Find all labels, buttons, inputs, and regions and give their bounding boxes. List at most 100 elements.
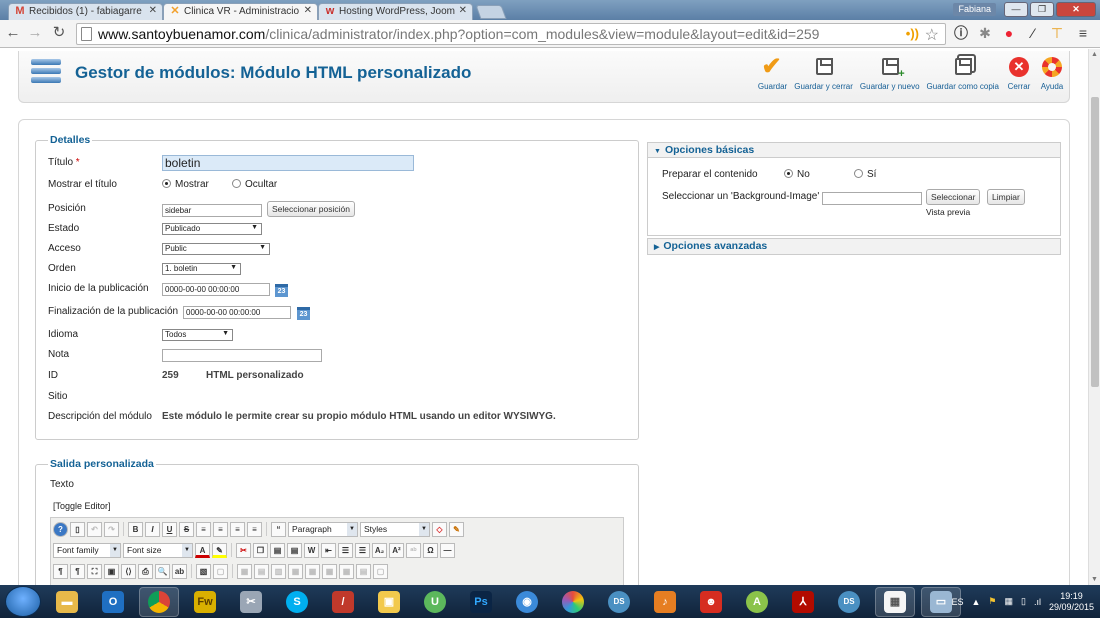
eraser-icon[interactable]: ◇ bbox=[432, 521, 447, 537]
note-input[interactable] bbox=[162, 349, 322, 362]
info-extension-icon[interactable]: ⓘ bbox=[952, 24, 970, 42]
copy-icon[interactable]: ❐ bbox=[253, 542, 268, 558]
cut-icon[interactable]: ✂ bbox=[236, 542, 251, 558]
taskbar-utorrent[interactable]: U bbox=[415, 587, 455, 617]
system-clock[interactable]: 19:19 29/09/2015 bbox=[1049, 591, 1094, 613]
title-input[interactable]: boletin bbox=[162, 155, 414, 171]
taskbar-chrome[interactable] bbox=[139, 586, 179, 617]
puzzle-extension-icon[interactable]: ✱ bbox=[976, 24, 994, 42]
subscript-icon[interactable]: A₂ bbox=[372, 542, 387, 558]
calendar-icon[interactable]: 23 bbox=[297, 307, 310, 320]
page-scrollbar[interactable]: ▲ ▼ bbox=[1088, 49, 1100, 585]
undo-icon[interactable]: ↶ bbox=[87, 521, 102, 537]
table-col-icon[interactable]: ▥ bbox=[271, 563, 286, 579]
bold-icon[interactable]: B bbox=[128, 521, 143, 537]
strikethrough-icon[interactable]: S bbox=[179, 521, 194, 537]
anchor-icon[interactable]: ▢ bbox=[373, 563, 388, 579]
maximize-button[interactable]: ❐ bbox=[1030, 1, 1054, 17]
close-window-button[interactable]: ✕ bbox=[1056, 1, 1096, 17]
taskbar-photoshop[interactable]: Ps bbox=[461, 587, 501, 617]
publish-up-input[interactable]: 0000-00-00 00:00:00 bbox=[162, 283, 270, 296]
italic-icon[interactable]: I bbox=[145, 521, 160, 537]
eyedropper-extension-icon[interactable]: ⁄ bbox=[1024, 24, 1042, 42]
network-icon[interactable]: ▦ bbox=[1004, 596, 1013, 607]
battery-icon[interactable]: ▯ bbox=[1021, 596, 1026, 607]
highlight-icon[interactable]: ✎ bbox=[212, 542, 227, 558]
paste-text-icon[interactable]: ▤ bbox=[287, 542, 302, 558]
taskbar-ds[interactable]: DS bbox=[599, 587, 639, 617]
prepare-no-radio[interactable]: No bbox=[784, 169, 810, 180]
save-close-button[interactable]: Guardar y cerrar bbox=[794, 55, 853, 91]
tray-expand-icon[interactable]: ▲ bbox=[971, 597, 980, 607]
font-family-select[interactable]: Font family ▼ bbox=[53, 542, 121, 558]
scrollbar-thumb[interactable] bbox=[1091, 97, 1099, 387]
fullscreen-icon[interactable]: ⛶ bbox=[87, 563, 102, 579]
hide-title-radio[interactable]: Ocultar bbox=[232, 179, 277, 190]
help-button[interactable]: Ayuda bbox=[1039, 55, 1065, 91]
paste-word-icon[interactable]: W bbox=[304, 542, 319, 558]
show-title-radio[interactable]: Mostrar bbox=[162, 179, 209, 190]
forward-arrow-icon[interactable]: → bbox=[26, 24, 44, 42]
save-new-button[interactable]: Guardar y nuevo bbox=[860, 55, 920, 91]
bullet-list-icon[interactable]: ☰ bbox=[338, 542, 353, 558]
table-split-icon[interactable]: ▦ bbox=[322, 563, 337, 579]
table-row-icon[interactable]: ▤ bbox=[254, 563, 269, 579]
new-document-icon[interactable]: ▯ bbox=[70, 521, 85, 537]
taskbar-picasa[interactable] bbox=[553, 587, 593, 617]
taskbar-apps[interactable]: ▦ bbox=[875, 586, 915, 617]
align-center-icon[interactable]: ≡ bbox=[213, 521, 228, 537]
help-icon[interactable]: ? bbox=[53, 521, 68, 537]
windows-start-button[interactable] bbox=[5, 586, 41, 617]
state-select[interactable]: Publicado ▼ bbox=[162, 223, 262, 235]
chrome-menu-icon[interactable]: ≡ bbox=[1074, 24, 1092, 42]
access-select[interactable]: Public ▼ bbox=[162, 243, 270, 255]
text-color-icon[interactable]: A bbox=[195, 542, 210, 558]
special-char-icon[interactable]: Ω bbox=[423, 542, 438, 558]
taskbar-acrobat[interactable]: ⅄ bbox=[783, 587, 823, 617]
flag-icon[interactable]: ⚑ bbox=[988, 596, 996, 607]
layer-icon[interactable]: ▤ bbox=[356, 563, 371, 579]
align-right-icon[interactable]: ≡ bbox=[230, 521, 245, 537]
taskbar-explorer[interactable]: ▬ bbox=[47, 587, 87, 617]
taskbar-red-app[interactable]: ☻ bbox=[691, 587, 731, 617]
profile-badge[interactable]: Fabiana bbox=[953, 2, 996, 16]
taskbar-android[interactable]: A bbox=[737, 587, 777, 617]
adblock-extension-icon[interactable]: ● bbox=[1000, 24, 1018, 42]
source-code-icon[interactable]: ⟨⟩ bbox=[121, 563, 136, 579]
horizontal-rule-icon[interactable]: — bbox=[440, 542, 455, 558]
replace-icon[interactable]: ab bbox=[172, 563, 187, 579]
minimize-button[interactable]: — bbox=[1004, 1, 1028, 17]
outdent-icon[interactable]: ⇤ bbox=[321, 542, 336, 558]
superscript-icon[interactable]: A² bbox=[389, 542, 404, 558]
align-justify-icon[interactable]: ≡ bbox=[247, 521, 262, 537]
signal-icon[interactable]: .ıl bbox=[1034, 597, 1041, 607]
tab-gmail[interactable]: M Recibidos (1) - fabiagarre ✕ bbox=[8, 3, 163, 20]
blockquote-icon[interactable]: “ bbox=[271, 521, 286, 537]
toggle-editor-link[interactable]: [Toggle Editor] bbox=[53, 501, 111, 511]
language-indicator[interactable]: ES bbox=[951, 597, 963, 607]
select-position-button[interactable]: Seleccionar posición bbox=[267, 201, 355, 217]
taskbar-photos[interactable]: ▣ bbox=[369, 587, 409, 617]
sound-icon[interactable]: •)) bbox=[906, 26, 919, 41]
styles-select[interactable]: Styles ▼ bbox=[360, 521, 430, 537]
new-tab-button[interactable] bbox=[475, 5, 507, 19]
underline-icon[interactable]: U bbox=[162, 521, 177, 537]
language-select[interactable]: Todos ▼ bbox=[162, 329, 233, 341]
table-merge-icon[interactable]: ▦ bbox=[305, 563, 320, 579]
ltr-icon[interactable]: ¶ bbox=[53, 563, 68, 579]
basic-options-toggle[interactable]: ▼ Opciones básicas bbox=[648, 143, 1060, 158]
close-button[interactable]: ✕ Cerrar bbox=[1006, 55, 1032, 91]
preview-icon[interactable]: ▣ bbox=[104, 563, 119, 579]
format-select[interactable]: Paragraph ▼ bbox=[288, 521, 358, 537]
tools-extension-icon[interactable]: ⊤ bbox=[1048, 24, 1066, 42]
clear-image-button[interactable]: Limpiar bbox=[987, 189, 1025, 205]
tab-close-icon[interactable]: ✕ bbox=[304, 5, 312, 16]
taskbar-skype[interactable]: S bbox=[277, 587, 317, 617]
taskbar-ds2[interactable]: DS bbox=[829, 587, 869, 617]
publish-down-input[interactable]: 0000-00-00 00:00:00 bbox=[183, 306, 291, 319]
save-button[interactable]: ✔ Guardar bbox=[758, 55, 787, 92]
bookmark-star-icon[interactable]: ☆ bbox=[925, 25, 939, 45]
numbered-list-icon[interactable]: ☰ bbox=[355, 542, 370, 558]
advanced-options-toggle[interactable]: ▶ Opciones avanzadas bbox=[648, 239, 1060, 254]
tab-close-icon[interactable]: ✕ bbox=[149, 5, 157, 16]
